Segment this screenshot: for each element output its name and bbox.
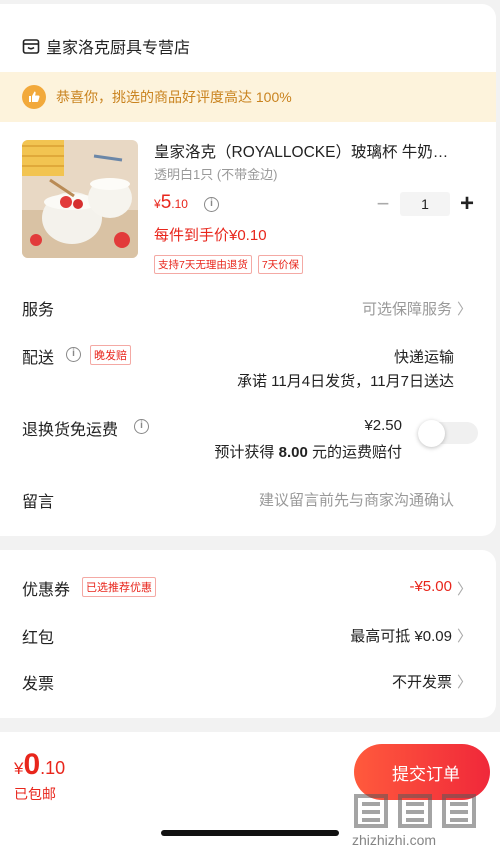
return-freight-note: 预计获得 8.00 元的运费赔付: [214, 441, 402, 462]
free-shipping-label: 已包邮: [14, 786, 56, 802]
note-suffix: 元的运费赔付: [311, 444, 402, 461]
return-freight-info-icon[interactable]: i: [134, 419, 149, 434]
product-spec[interactable]: 透明白1只 (不带金边): [154, 164, 278, 183]
watermark-logo: zhizhizhi.com: [352, 794, 476, 847]
invoice-value[interactable]: 不开发票: [392, 671, 452, 692]
thumbs-up-icon: [22, 85, 46, 109]
delivery-label: 配送: [22, 350, 55, 367]
banner-text: 恭喜你，挑选的商品好评度高达 100%: [56, 89, 292, 105]
price-symbol: ¥: [154, 197, 161, 211]
product-image[interactable]: [22, 140, 138, 258]
product-title[interactable]: 皇家洛克（ROYALLOCKE）玻璃杯 牛奶…: [154, 140, 474, 162]
red-packet-label: 红包: [22, 630, 55, 647]
total-price: ¥ 0 .10: [14, 748, 65, 782]
quantity-stepper: − 1 +: [374, 192, 476, 216]
quantity-input[interactable]: 1: [400, 192, 450, 216]
return-freight-price: ¥2.50: [364, 417, 402, 434]
price-integer: 5: [160, 192, 172, 213]
note-amount: 8.00: [278, 444, 308, 461]
red-packet-chevron-icon[interactable]: 〉: [457, 625, 472, 646]
delivery-method: 快递运输: [393, 349, 454, 366]
message-input[interactable]: 建议留言前先与商家沟通确认: [259, 489, 454, 510]
delivery-info-icon[interactable]: i: [66, 347, 81, 362]
store-header[interactable]: 皇家洛克厨具专营店: [22, 34, 190, 58]
price-decimal: .10: [171, 197, 188, 211]
coupon-value[interactable]: -¥5.00: [409, 578, 452, 595]
product-price: ¥ 5 .10: [154, 192, 188, 214]
return-freight-label: 退换货免运费: [22, 422, 119, 439]
late-ship-tag: 晚发赔: [90, 345, 131, 365]
total-integer: 0: [23, 748, 41, 781]
coupon-chevron-icon[interactable]: 〉: [457, 578, 472, 599]
final-unit-price: 每件到手价¥0.10: [154, 227, 267, 244]
delivery-promise: 承诺 11月4日发货，11月7日送达: [237, 373, 454, 390]
invoice-chevron-icon[interactable]: 〉: [457, 671, 472, 692]
coupon-tag: 已选推荐优惠: [82, 577, 156, 597]
tag-return: 支持7天无理由退货: [154, 255, 252, 274]
watermark-url: zhizhizhi.com: [352, 832, 436, 847]
product-tags: 支持7天无理由退货 7天价保: [154, 255, 309, 274]
home-indicator: [161, 830, 339, 836]
tag-price-protect: 7天价保: [257, 255, 304, 274]
praise-banner: 恭喜你，挑选的商品好评度高达 100%: [0, 72, 496, 122]
total-symbol: ¥: [14, 759, 24, 778]
store-icon: [22, 37, 40, 55]
total-decimal: .10: [40, 758, 66, 778]
service-chevron-icon[interactable]: 〉: [457, 298, 472, 319]
checkout-bar: ¥ 0 .10 已包邮 提交订单 zhizhizhi.com: [0, 732, 500, 847]
coupon-label: 优惠券: [22, 582, 71, 599]
service-label: 服务: [22, 302, 55, 319]
message-label: 留言: [22, 494, 55, 511]
increase-button[interactable]: +: [458, 192, 476, 216]
decrease-button[interactable]: −: [374, 193, 392, 215]
toggle-knob: [418, 420, 445, 447]
invoice-label: 发票: [22, 676, 55, 693]
service-value[interactable]: 可选保障服务: [362, 298, 452, 319]
price-info-icon[interactable]: i: [204, 197, 219, 212]
store-name: 皇家洛克厨具专营店: [46, 40, 191, 57]
return-freight-toggle[interactable]: [418, 420, 478, 447]
note-prefix: 预计获得: [214, 444, 275, 461]
order-card: 皇家洛克厨具专营店 恭喜你，挑选的商品好评度高达 100% 皇家洛克（ROYAL…: [0, 4, 496, 536]
red-packet-value[interactable]: 最高可抵 ¥0.09: [350, 625, 452, 646]
discount-card: 优惠券 已选推荐优惠 -¥5.00 〉 红包 最高可抵 ¥0.09 〉 发票 不…: [0, 550, 496, 718]
